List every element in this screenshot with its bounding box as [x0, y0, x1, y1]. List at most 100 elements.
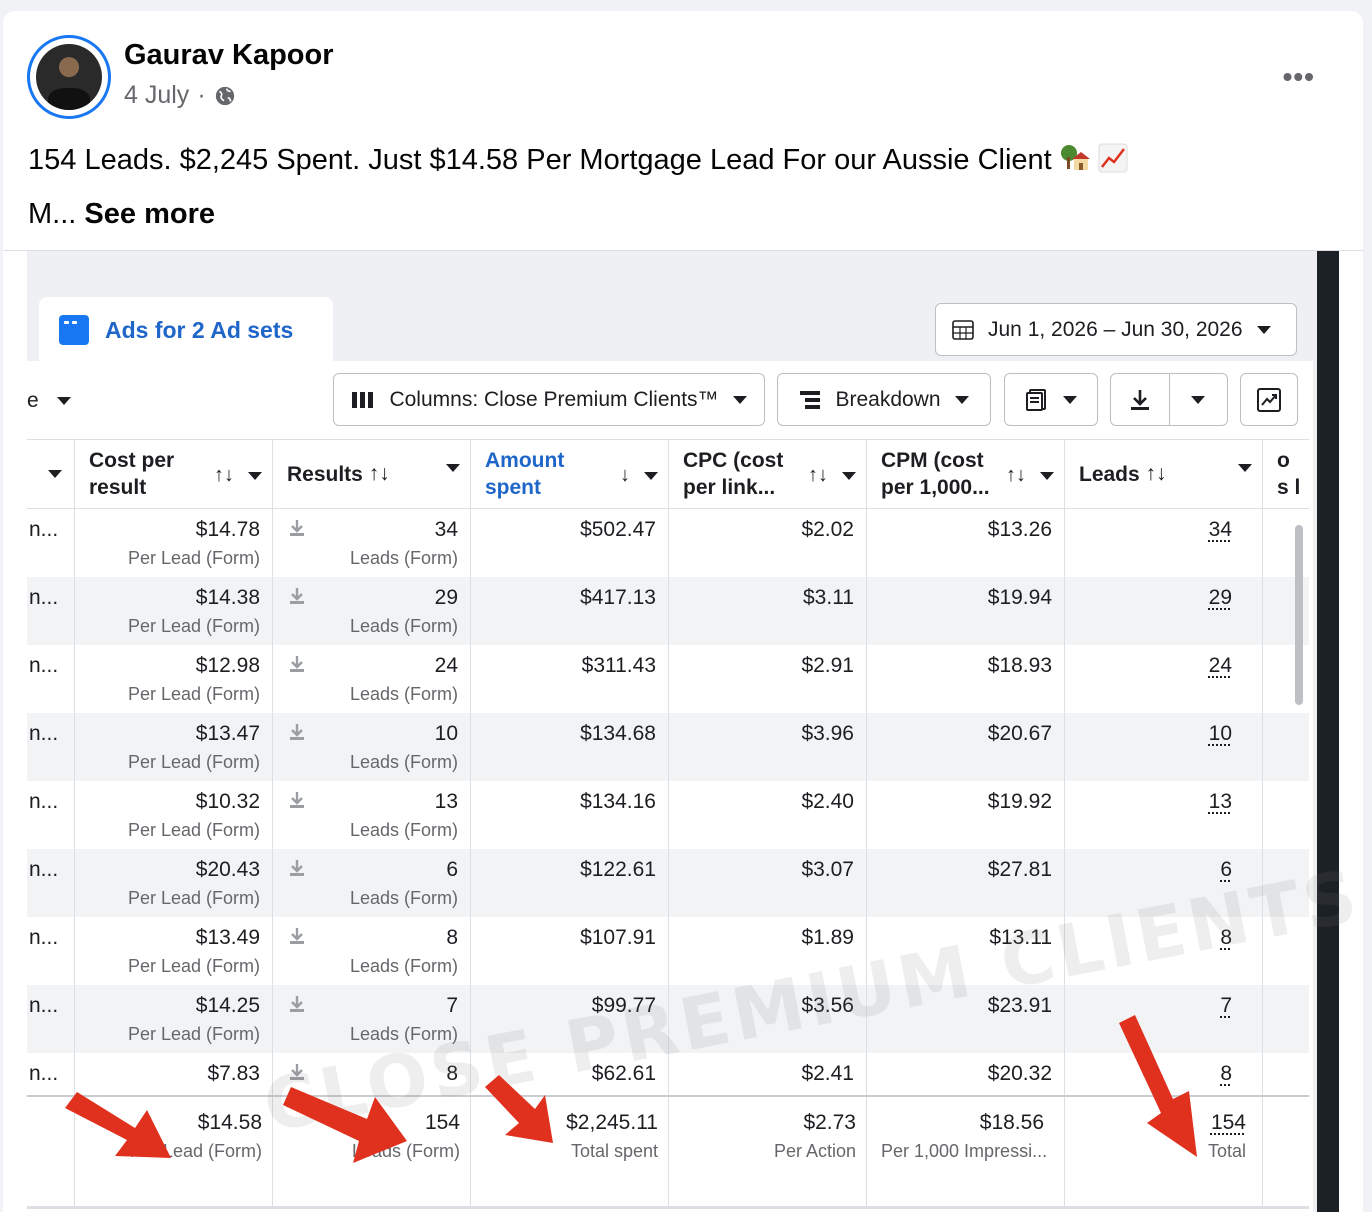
total-leads: 154 Total — [1065, 1097, 1263, 1209]
cell-leads[interactable]: 10 — [1065, 713, 1263, 781]
cell-amount-spent: $107.91 — [471, 917, 669, 985]
view-selector[interactable]: e — [27, 389, 71, 413]
total-cpm: $18.56 Per 1,000 Impressi... — [867, 1097, 1065, 1209]
cell-ad-name[interactable]: n... — [27, 577, 75, 645]
total-cost-per-result: $14.58 Per Lead (Form) — [75, 1097, 273, 1209]
table-row[interactable]: n... $14.78 Per Lead (Form) 34 Leads (Form) $… — [27, 509, 1309, 577]
cell-cpm: $20.67 — [867, 713, 1065, 781]
cell-amount-spent: $417.13 — [471, 577, 669, 645]
cell-ad-name[interactable]: n... — [27, 985, 75, 1053]
cell-cost-per-lead-partial — [1263, 509, 1313, 577]
cell-cost-per-lead-partial — [1263, 645, 1313, 713]
view-selector-label: e — [27, 389, 39, 412]
house-with-tree-emoji — [1060, 145, 1090, 170]
header-cost-per-result[interactable]: Cost per result ↑↓ — [75, 440, 273, 508]
download-icon — [290, 928, 304, 944]
calendar-icon — [952, 319, 974, 340]
cell-ad-name[interactable]: n... — [27, 849, 75, 917]
header-results[interactable]: Results ↑↓ — [273, 440, 471, 508]
header-cpc[interactable]: CPC (cost per link... ↑↓ — [669, 440, 867, 508]
cell-cost-per-result: $12.98 Per Lead (Form) — [75, 645, 273, 713]
cell-cpm: $23.91 — [867, 985, 1065, 1053]
cell-cpm: $13.26 — [867, 509, 1065, 577]
table-row[interactable]: n... $20.43 Per Lead (Form) 6 Leads (Form) $1… — [27, 849, 1309, 917]
vertical-scrollbar[interactable] — [1295, 525, 1303, 705]
cell-cpm: $27.81 — [867, 849, 1065, 917]
cell-cost-per-lead-partial — [1263, 917, 1313, 985]
header-leads[interactable]: Leads ↑↓ — [1065, 440, 1263, 508]
cell-leads[interactable]: 8 — [1065, 917, 1263, 985]
chevron-down-icon — [1040, 471, 1054, 480]
download-icon — [290, 588, 304, 604]
cell-cpc: $3.56 — [669, 985, 867, 1053]
table-row[interactable]: n... $10.32 Per Lead (Form) 13 Leads (Form) $… — [27, 781, 1309, 849]
cell-cost-per-lead-partial — [1263, 985, 1313, 1053]
cell-amount-spent: $502.47 — [471, 509, 669, 577]
toolbar: e Columns: Close Premium Clients™ Breakd… — [27, 361, 1313, 439]
cell-ad-name[interactable]: n... — [27, 509, 75, 577]
tab-ads[interactable]: Ads for 2 Ad sets — [39, 297, 333, 363]
chevron-down-icon — [842, 471, 856, 480]
chevron-down-icon — [1191, 395, 1206, 404]
post-text-line1: 154 Leads. $2,245 Spent. Just $14.58 Per… — [28, 133, 1128, 187]
cell-leads[interactable]: 29 — [1065, 577, 1263, 645]
sort-icon[interactable]: ↑↓ — [1146, 462, 1167, 486]
cell-cpm: $18.93 — [867, 645, 1065, 713]
total-cpc: $2.73 Per Action — [669, 1097, 867, 1209]
cell-leads[interactable]: 7 — [1065, 985, 1263, 1053]
cell-leads[interactable]: 6 — [1065, 849, 1263, 917]
sort-icon[interactable]: ↑↓ — [369, 462, 390, 486]
cell-amount-spent: $134.16 — [471, 781, 669, 849]
table-row[interactable]: n... $13.47 Per Lead (Form) 10 Leads (Form) $… — [27, 713, 1309, 781]
chevron-down-icon — [1063, 395, 1077, 404]
cell-ad-name[interactable]: n... — [27, 917, 75, 985]
chevron-down-icon — [732, 395, 747, 404]
cell-leads[interactable]: 24 — [1065, 645, 1263, 713]
reports-button[interactable] — [1004, 373, 1098, 426]
download-icon — [290, 860, 304, 876]
columns-button[interactable]: Columns: Close Premium Clients™ — [333, 373, 765, 426]
cell-results: 34 Leads (Form) — [273, 509, 471, 577]
date-range-label: Jun 1, 2026 – Jun 30, 2026 — [988, 317, 1243, 341]
cell-results: 6 Leads (Form) — [273, 849, 471, 917]
chart-increasing-emoji — [1098, 143, 1128, 173]
header-name-column[interactable] — [27, 440, 75, 508]
cell-cost-per-lead-partial — [1263, 781, 1313, 849]
totals-row: $14.58 Per Lead (Form) 154 Leads (Form) $2… — [27, 1095, 1309, 1209]
date-range-picker[interactable]: Jun 1, 2026 – Jun 30, 2026 — [935, 303, 1297, 356]
chevron-down-icon — [1256, 325, 1271, 334]
ads-manager-screenshot: Ads for 2 Ad sets Jun 1, 2026 – Jun 30, … — [3, 250, 1363, 1212]
header-amount-spent[interactable]: Amount spent ↓ — [471, 440, 669, 508]
sort-icon[interactable]: ↑↓ — [1006, 464, 1026, 487]
cell-ad-name[interactable]: n... — [27, 781, 75, 849]
total-results: 154 Leads (Form) — [273, 1097, 471, 1209]
breakdown-button[interactable]: Breakdown — [777, 373, 991, 426]
table-row[interactable]: n... $12.98 Per Lead (Form) 24 Leads (Form) $… — [27, 645, 1309, 713]
cell-cost-per-result: $10.32 Per Lead (Form) — [75, 781, 273, 849]
cell-results: 8 Leads (Form) — [273, 917, 471, 985]
header-cpm[interactable]: CPM (cost per 1,000... ↑↓ — [867, 440, 1065, 508]
chevron-down-icon — [446, 464, 460, 472]
export-button[interactable] — [1110, 373, 1228, 426]
chevron-down-icon — [248, 471, 262, 480]
cell-leads[interactable]: 13 — [1065, 781, 1263, 849]
author-avatar[interactable] — [27, 35, 111, 119]
cell-cost-per-result: $14.25 Per Lead (Form) — [75, 985, 273, 1053]
sort-icon[interactable]: ↑↓ — [214, 464, 234, 487]
more-dots-icon[interactable]: ••• — [1283, 61, 1315, 93]
cell-amount-spent: $311.43 — [471, 645, 669, 713]
chart-view-button[interactable] — [1240, 373, 1298, 426]
see-more-link[interactable]: See more — [84, 198, 215, 230]
cell-cost-per-result: $13.49 Per Lead (Form) — [75, 917, 273, 985]
sort-icon[interactable]: ↑↓ — [808, 464, 828, 487]
header-cost-per-lead-partial[interactable]: Cos lea — [1263, 440, 1323, 508]
author-name[interactable]: Gaurav Kapoor — [124, 39, 334, 72]
sort-desc-icon[interactable]: ↓ — [620, 464, 630, 487]
table-row[interactable]: n... $13.49 Per Lead (Form) 8 Leads (Form) $1… — [27, 917, 1309, 985]
cell-ad-name[interactable]: n... — [27, 645, 75, 713]
table-row[interactable]: n... $14.25 Per Lead (Form) 7 Leads (Form) $9… — [27, 985, 1309, 1053]
post-date[interactable]: 4 July — [124, 81, 189, 110]
cell-leads[interactable]: 34 — [1065, 509, 1263, 577]
table-row[interactable]: n... $14.38 Per Lead (Form) 29 Leads (Form) $… — [27, 577, 1309, 645]
cell-ad-name[interactable]: n... — [27, 713, 75, 781]
